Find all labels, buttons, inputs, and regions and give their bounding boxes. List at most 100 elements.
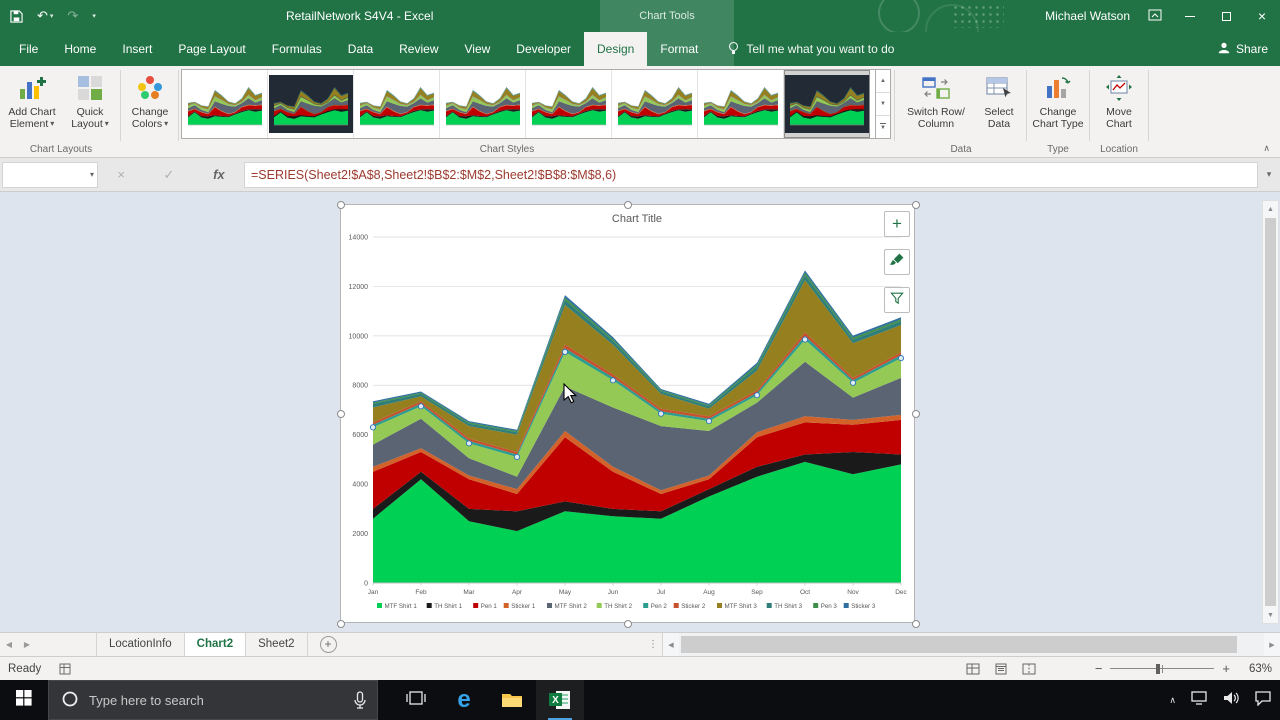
name-box-dropdown-icon[interactable]: ▾ xyxy=(90,163,94,187)
qat-customize-icon[interactable]: ▾ xyxy=(92,12,96,20)
chart-style-3[interactable] xyxy=(354,70,440,138)
tab-formulas[interactable]: Formulas xyxy=(259,32,335,66)
switch-row-column-button[interactable]: Switch Row/ Column xyxy=(898,68,974,142)
gallery-more-icon[interactable]: ▼ xyxy=(876,116,890,138)
move-chart-button[interactable]: Move Chart xyxy=(1092,68,1146,142)
chart-style-4[interactable] xyxy=(440,70,526,138)
share-button[interactable]: Share xyxy=(1217,32,1268,66)
zoom-slider-thumb[interactable] xyxy=(1156,664,1160,674)
network-icon[interactable] xyxy=(1190,690,1208,711)
tab-page-layout[interactable]: Page Layout xyxy=(165,32,258,66)
chart-resize-handle[interactable] xyxy=(912,620,920,628)
chart-resize-handle[interactable] xyxy=(337,620,345,628)
collapse-ribbon-icon[interactable]: ∧ xyxy=(1263,143,1270,154)
worksheet-area[interactable]: 02000400060008000100001200014000JanFebMa… xyxy=(0,192,1280,632)
ribbon-display-options-icon[interactable] xyxy=(1148,8,1162,25)
save-icon[interactable] xyxy=(10,10,23,23)
chart-resize-handle[interactable] xyxy=(337,410,345,418)
normal-view-button[interactable] xyxy=(963,660,983,678)
speaker-icon[interactable] xyxy=(1222,690,1240,711)
macro-record-icon[interactable] xyxy=(59,663,71,675)
chart-resize-handle[interactable] xyxy=(624,201,632,209)
sheet-nav-right-icon[interactable]: ▶ xyxy=(18,633,36,656)
tab-view[interactable]: View xyxy=(452,32,504,66)
tell-me-box[interactable]: Tell me what you want to do xyxy=(727,32,894,66)
scroll-down-icon[interactable]: ▼ xyxy=(1263,607,1278,623)
cancel-icon[interactable]: × xyxy=(117,167,125,182)
minimize-button[interactable] xyxy=(1172,0,1208,32)
chart-style-1[interactable] xyxy=(182,70,268,138)
user-name[interactable]: Michael Watson xyxy=(1045,9,1130,23)
chart-style-8[interactable] xyxy=(784,70,870,138)
zoom-slider[interactable] xyxy=(1110,663,1214,675)
change-chart-type-button[interactable]: Change Chart Type xyxy=(1029,68,1087,142)
gallery-scroll-up-icon[interactable]: ▲ xyxy=(876,70,890,93)
sheet-tab-sheet2[interactable]: Sheet2 xyxy=(246,633,307,656)
chart-filters-button[interactable] xyxy=(884,287,910,313)
formula-bar-expand-icon[interactable]: ▾ xyxy=(1258,169,1280,180)
tray-chevron-icon[interactable]: ∧ xyxy=(1169,695,1176,706)
tab-developer[interactable]: Developer xyxy=(503,32,584,66)
horizontal-scrollbar-thumb[interactable] xyxy=(681,636,1237,653)
add-chart-element-button[interactable]: Add Chart Element▾ xyxy=(2,68,62,142)
tab-format[interactable]: Format xyxy=(647,32,711,66)
tab-scroll-divider[interactable]: ⋮ xyxy=(644,633,662,656)
scroll-left-icon[interactable]: ◀ xyxy=(663,641,679,649)
microphone-icon[interactable] xyxy=(353,691,367,714)
excel-taskbar-icon[interactable]: X xyxy=(536,680,584,720)
formula-input[interactable]: =SERIES(Sheet2!$A$8,Sheet2!$B$2:$M$2,She… xyxy=(244,162,1258,188)
restore-icon xyxy=(1222,12,1231,21)
tab-file[interactable]: File xyxy=(6,32,51,66)
chart-style-7[interactable] xyxy=(698,70,784,138)
page-break-view-button[interactable] xyxy=(1019,660,1039,678)
tab-design[interactable]: Design xyxy=(584,32,647,66)
insert-function-icon[interactable]: fx xyxy=(213,167,225,182)
quick-layout-button[interactable]: Quick Layout▾ xyxy=(62,68,118,142)
tab-review[interactable]: Review xyxy=(386,32,451,66)
name-box[interactable]: ▾ xyxy=(2,162,98,188)
undo-icon[interactable]: ↶▾ xyxy=(37,8,53,24)
vertical-scrollbar[interactable]: ▲ ▼ xyxy=(1262,200,1279,624)
chart-elements-button[interactable]: + xyxy=(884,211,910,237)
sheet-nav-left-icon[interactable]: ◀ xyxy=(0,633,18,656)
redo-icon[interactable]: ↷ xyxy=(67,8,78,24)
zoom-out-button[interactable]: − xyxy=(1095,661,1103,676)
task-view-button[interactable] xyxy=(392,680,440,720)
chart-resize-handle[interactable] xyxy=(912,201,920,209)
vertical-scrollbar-thumb[interactable] xyxy=(1265,218,1276,606)
scroll-up-icon[interactable]: ▲ xyxy=(1263,201,1278,217)
chart-resize-handle[interactable] xyxy=(624,620,632,628)
chart-style-2[interactable] xyxy=(268,70,354,138)
change-colors-button[interactable]: Change Colors▾ xyxy=(123,68,177,142)
sheet-tab-chart2[interactable]: Chart2 xyxy=(185,633,246,656)
new-sheet-button[interactable]: + xyxy=(320,636,337,653)
tab-data[interactable]: Data xyxy=(335,32,386,66)
chart-resize-handle[interactable] xyxy=(337,201,345,209)
zoom-level[interactable]: 63% xyxy=(1238,663,1272,675)
sheet-tab-locationinfo[interactable]: LocationInfo xyxy=(96,633,185,656)
plus-icon: + xyxy=(325,637,332,651)
close-icon: × xyxy=(1258,9,1266,23)
horizontal-scrollbar[interactable]: ◀ ▶ xyxy=(662,633,1280,656)
chart-resize-handle[interactable] xyxy=(912,410,920,418)
page-layout-view-button[interactable] xyxy=(991,660,1011,678)
chart-style-6[interactable] xyxy=(612,70,698,138)
start-button[interactable] xyxy=(0,680,48,720)
taskbar-search[interactable]: Type here to search xyxy=(48,680,378,720)
close-button[interactable]: × xyxy=(1244,0,1280,32)
tab-insert[interactable]: Insert xyxy=(109,32,165,66)
scroll-right-icon[interactable]: ▶ xyxy=(1264,641,1280,649)
action-center-icon[interactable] xyxy=(1254,690,1272,711)
gallery-scroll-down-icon[interactable]: ▼ xyxy=(876,93,890,116)
chart-styles-button[interactable] xyxy=(884,249,910,275)
enter-icon[interactable]: ✓ xyxy=(164,167,175,183)
select-data-button[interactable]: Select Data xyxy=(974,68,1024,142)
edge-icon[interactable]: e xyxy=(440,680,488,720)
zoom-in-button[interactable]: + xyxy=(1222,661,1230,676)
status-mode: Ready xyxy=(8,663,41,675)
file-explorer-icon[interactable] xyxy=(488,680,536,720)
tab-home[interactable]: Home xyxy=(51,32,109,66)
chart[interactable]: 02000400060008000100001200014000JanFebMa… xyxy=(340,204,915,623)
restore-button[interactable] xyxy=(1208,0,1244,32)
chart-style-5[interactable] xyxy=(526,70,612,138)
